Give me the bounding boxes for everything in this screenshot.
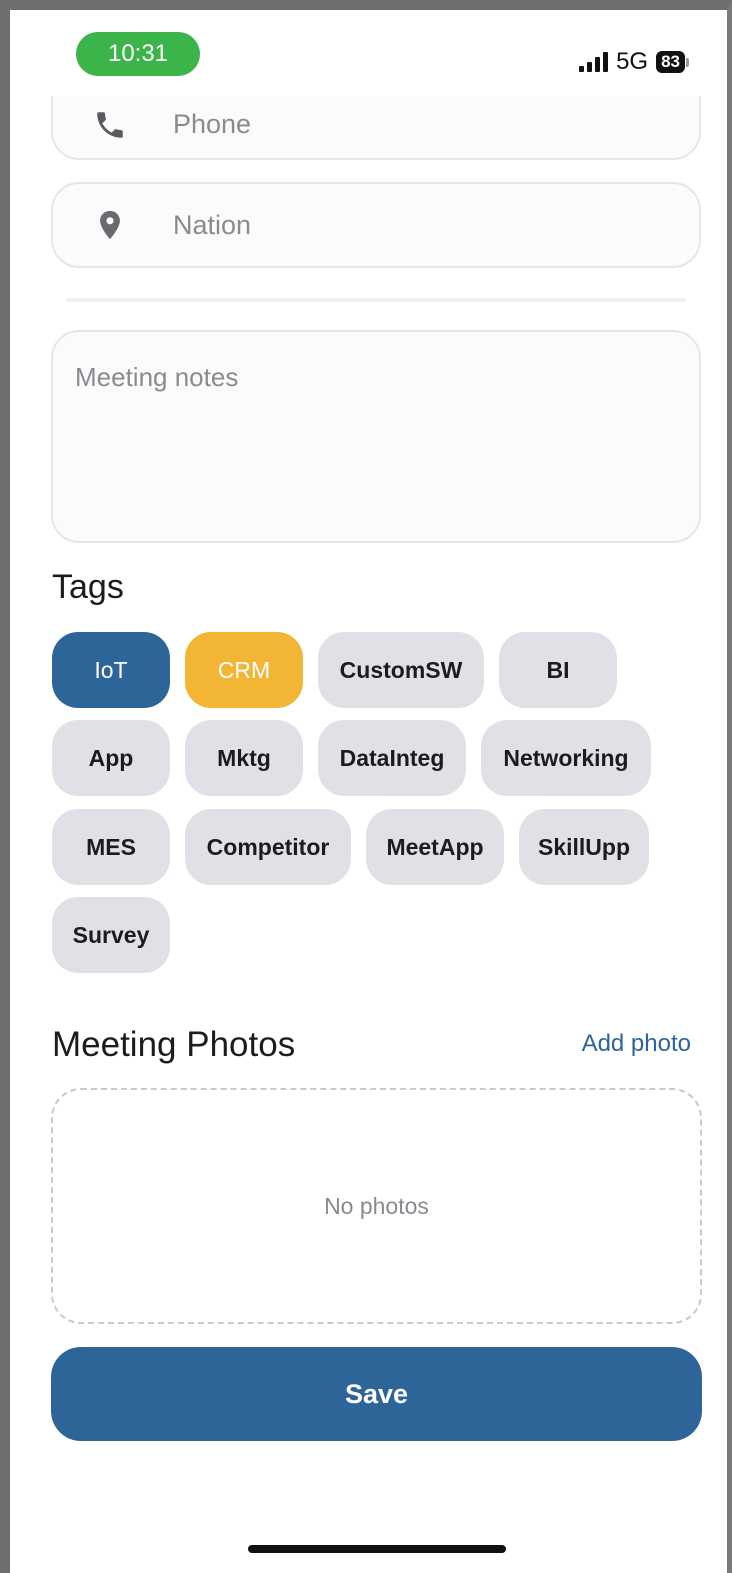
tag-crm[interactable]: CRM — [185, 632, 303, 708]
tag-mes[interactable]: MES — [52, 809, 170, 885]
signal-icon — [579, 52, 609, 72]
location-pin-icon — [100, 210, 120, 240]
battery-level: 83 — [656, 51, 685, 73]
nation-field[interactable] — [51, 182, 701, 268]
tag-mktg[interactable]: Mktg — [185, 720, 303, 796]
tag-skillupp[interactable]: SkillUpp — [519, 809, 649, 885]
tag-customsw[interactable]: CustomSW — [318, 632, 484, 708]
tag-meetapp[interactable]: MeetApp — [366, 809, 504, 885]
photos-dropzone[interactable]: No photos — [51, 1088, 702, 1324]
home-indicator — [248, 1545, 506, 1553]
no-photos-text: No photos — [324, 1192, 429, 1219]
divider — [66, 298, 686, 302]
tag-networking[interactable]: Networking — [481, 720, 651, 796]
tag-bi[interactable]: BI — [499, 632, 617, 708]
tag-app[interactable]: App — [52, 720, 170, 796]
add-photo-link[interactable]: Add photo — [582, 1030, 691, 1058]
tag-competitor[interactable]: Competitor — [185, 809, 351, 885]
phone-screen: 10:31 5G 83 Tags IoT CRM — [0, 0, 732, 1573]
status-bar: 10:31 5G 83 — [10, 10, 727, 96]
meeting-photos-title: Meeting Photos — [52, 1025, 296, 1064]
status-indicators: 5G 83 — [579, 48, 689, 76]
tag-survey[interactable]: Survey — [52, 897, 170, 973]
phone-icon — [97, 112, 123, 139]
network-type: 5G — [616, 48, 649, 75]
tag-iot[interactable]: IoT — [52, 632, 170, 708]
status-time: 10:31 — [76, 32, 200, 76]
meeting-notes-input[interactable] — [51, 330, 701, 543]
save-button[interactable]: Save — [51, 1347, 702, 1441]
tags-title: Tags — [52, 568, 124, 606]
nation-input[interactable] — [173, 184, 679, 266]
tag-datainteg[interactable]: DataInteg — [318, 720, 466, 796]
battery-icon: 83 — [656, 51, 689, 73]
